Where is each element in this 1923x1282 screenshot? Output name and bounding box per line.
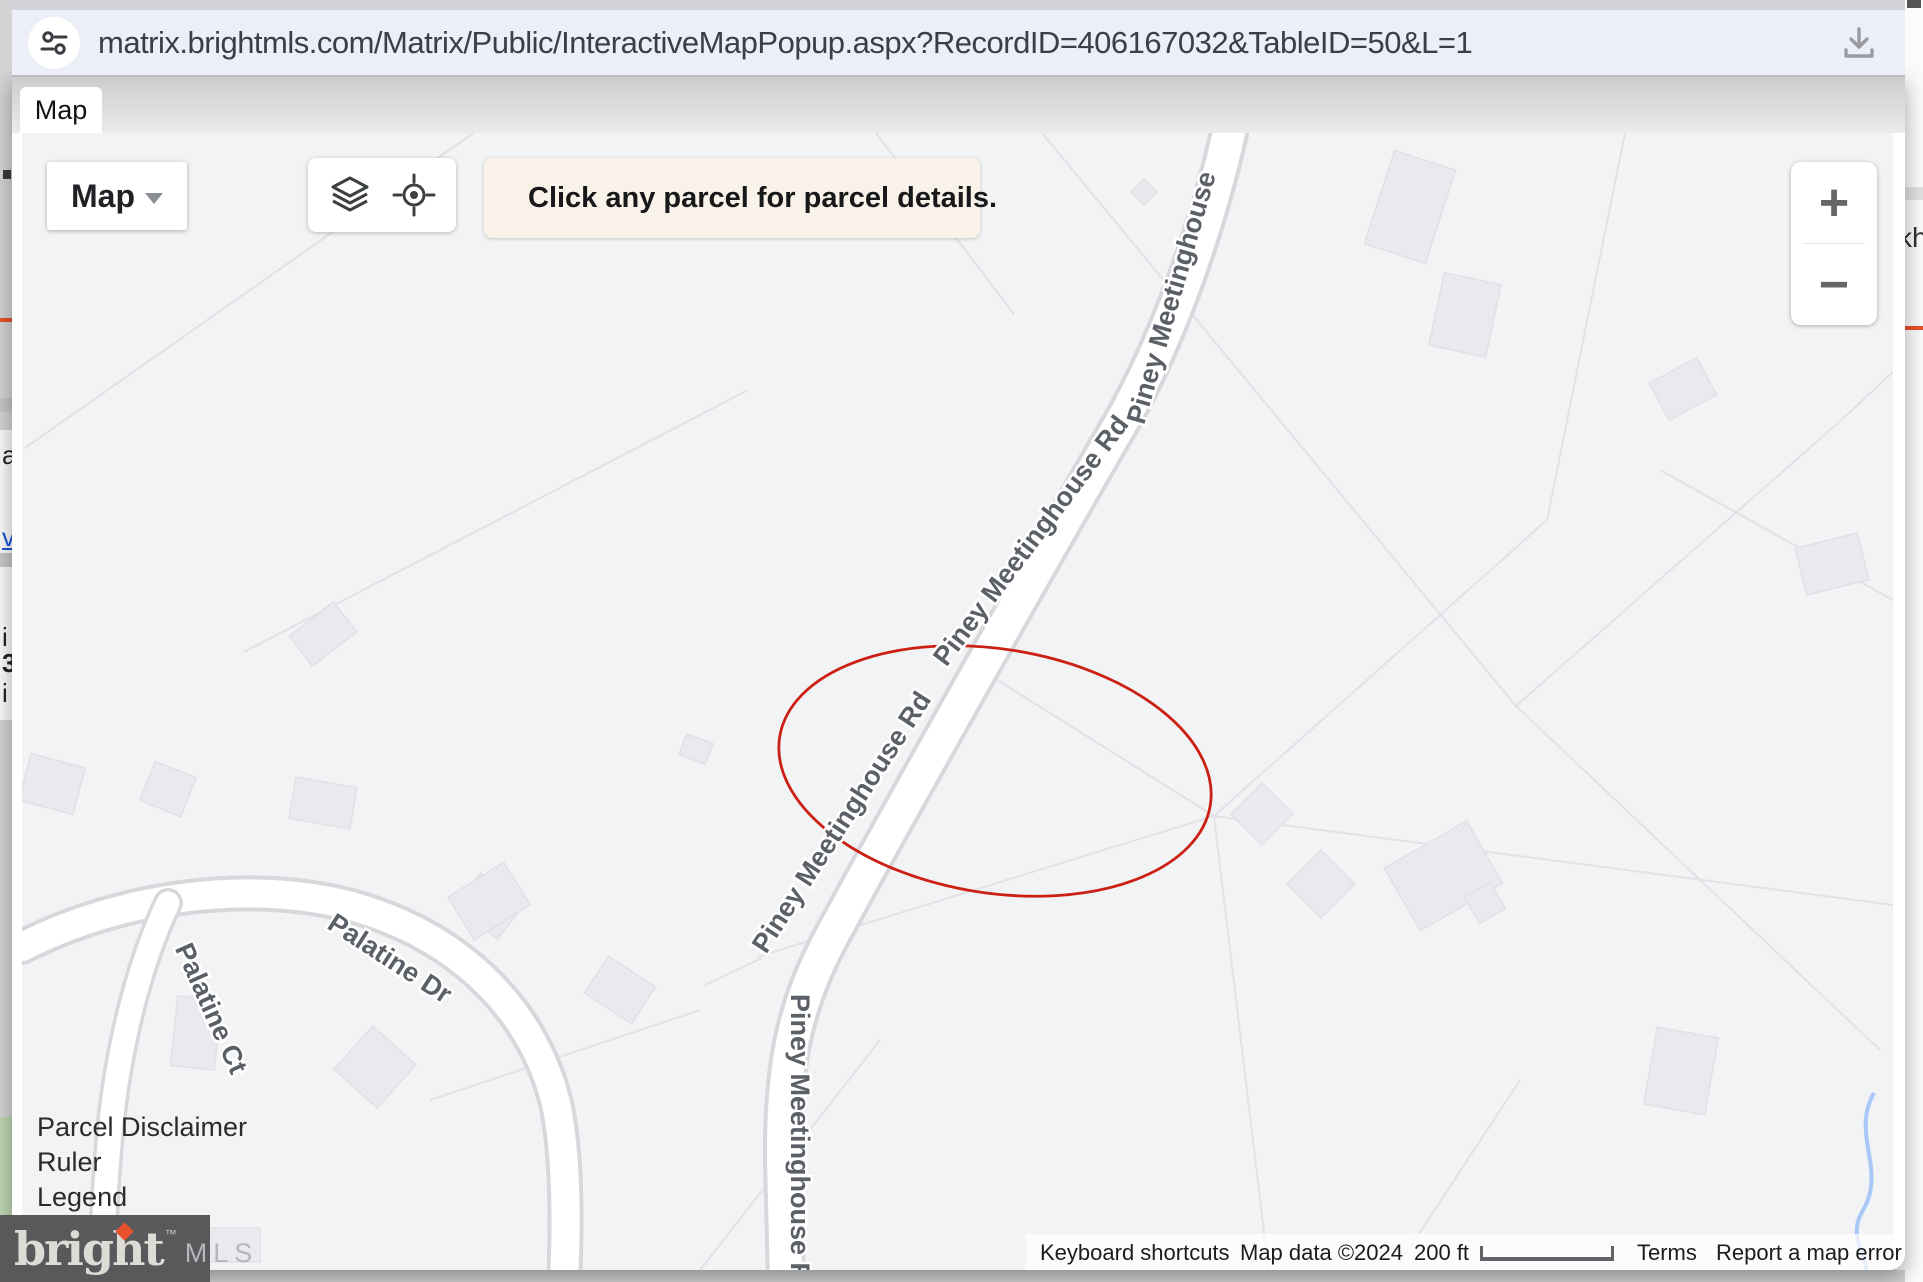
map-layer-controls [308,158,456,232]
window-top-edge [12,0,1905,10]
background-orange-rule [0,318,12,322]
map-type-label: Map [71,177,135,214]
bright-mls-logo: bright ™ MLS [0,1215,252,1282]
legend-link[interactable]: Legend [37,1182,247,1212]
map-type-dropdown[interactable]: Map [47,162,187,230]
locate-icon[interactable] [391,172,437,218]
tune-icon [40,30,68,55]
background-page-bottom-sliver [12,1270,1905,1282]
parcel-disclaimer-link[interactable]: Parcel Disclaimer [37,1112,247,1142]
zoom-in-button[interactable]: + [1791,162,1877,243]
logo-trademark: ™ [164,1227,177,1241]
background-text-fragment [1907,0,1921,8]
map-data-attribution: Map data ©2024 [1240,1240,1403,1265]
chevron-down-icon [145,192,163,204]
background-grey-bar [0,553,12,567]
road-label-piney-4: Piney Meetinghouse R [785,994,815,1270]
map-scale-bar [1480,1246,1614,1261]
road-label-piney-2: Piney Meetinghouse Rd [927,410,1134,671]
background-grey-bar [0,398,12,412]
zoom-out-button[interactable]: − [1791,244,1877,325]
warning-text: Click any parcel for parcel details. [528,181,998,214]
popup-tab-bar: Map [12,75,1905,133]
roads [22,133,1249,1270]
logo-wordmark: bright [14,1221,165,1276]
terms-link[interactable]: Terms [1637,1240,1697,1266]
road-label-piney-3: Piney Meetinghouse [1121,168,1222,427]
map-zoom-control: + − [1791,162,1877,325]
ruler-link[interactable]: Ruler [37,1147,247,1177]
parcel-warning-banner: Click any parcel for parcel details. [484,158,997,238]
map-canvas[interactable]: Piney Meetinghouse Rd Piney Meetinghouse… [22,133,1893,1270]
report-map-error-link[interactable]: Report a map error [1716,1240,1902,1266]
site-settings-button[interactable] [28,16,80,69]
browser-url-bar[interactable]: matrix.brightmls.com/Matrix/Public/Inter… [12,10,1905,77]
download-icon [1844,26,1874,58]
map-graphics: Piney Meetinghouse Rd Piney Meetinghouse… [22,133,1893,1270]
background-page-left-sliver: a v i 3 i [0,0,13,1282]
scale-label: 200 ft [1414,1240,1470,1265]
background-bullet-fragment [3,170,11,179]
layers-icon[interactable] [327,172,373,218]
tab-map[interactable]: Map [20,87,102,133]
map-tool-links: Parcel Disclaimer Ruler Legend [37,1112,247,1212]
keyboard-shortcuts-link[interactable]: Keyboard shortcuts [1040,1240,1230,1266]
background-map-green-sliver [0,1117,12,1215]
interactive-map-popup: Map Piney Meetinghouse Rd Piney Meetingh… [12,75,1905,1270]
download-button[interactable] [1837,21,1881,65]
url-address-text[interactable]: matrix.brightmls.com/Matrix/Public/Inter… [98,25,1837,61]
logo-mls-text: MLS [184,1238,259,1268]
